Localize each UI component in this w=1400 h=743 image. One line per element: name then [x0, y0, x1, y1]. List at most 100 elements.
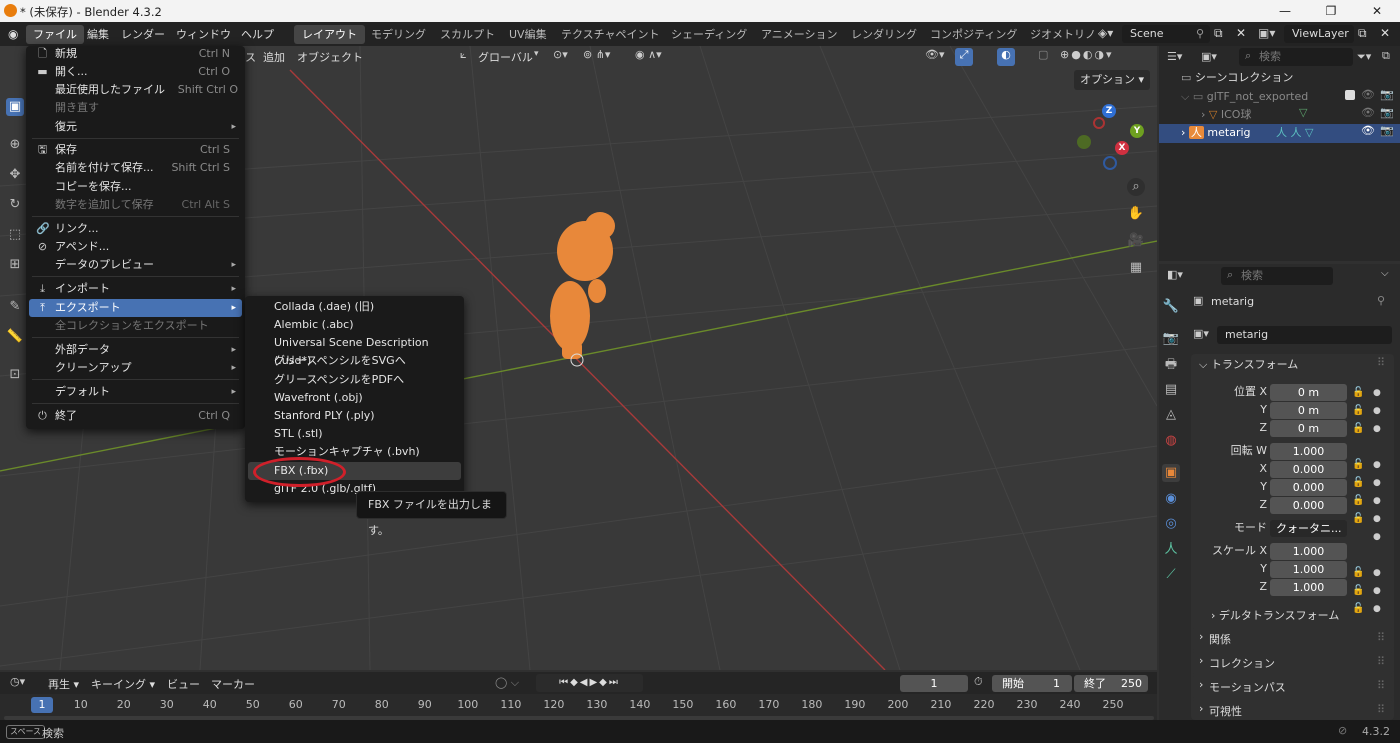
timeline-menu-view[interactable]: ビュー: [167, 676, 200, 692]
tab-shading[interactable]: シェーディング: [663, 25, 755, 44]
scene-tab-icon[interactable]: ◬: [1162, 406, 1180, 424]
drag-handle-icon[interactable]: ⠿: [1377, 356, 1385, 369]
annotate-icon[interactable]: ✎: [6, 298, 24, 316]
tab-rendering[interactable]: レンダリング: [843, 25, 925, 44]
export-usd[interactable]: Universal Scene Description (.usd*): [248, 334, 461, 367]
chevron-down-icon[interactable]: ⌵: [1381, 268, 1389, 279]
menu-item-defaults[interactable]: デフォルト ▸: [29, 383, 242, 401]
viewlayer-icon[interactable]: ▣▾: [1258, 26, 1275, 40]
menu-item-export[interactable]: ⤒ エクスポート ▸: [29, 299, 242, 317]
tab-layout[interactable]: レイアウト: [294, 25, 365, 44]
menu-item-import[interactable]: ⤓ インポート ▸: [29, 280, 242, 298]
menu-item-append[interactable]: ⊘ アペンド...: [29, 238, 242, 256]
timeline-menu-marker[interactable]: マーカー: [211, 676, 255, 692]
object-tab-icon[interactable]: ▣: [1162, 464, 1180, 482]
tab-compositing[interactable]: コンポジティング: [922, 25, 1025, 44]
current-frame-marker[interactable]: 1: [31, 697, 53, 713]
viewport-menu-add[interactable]: 追加: [263, 49, 285, 65]
output-tab-icon[interactable]: 🖶: [1162, 356, 1180, 374]
pan-hand-icon[interactable]: ✋: [1127, 205, 1145, 223]
export-gpencil-svg[interactable]: グリースペンシルをSVGへ: [248, 352, 461, 370]
scale-y-field[interactable]: 1.000: [1270, 561, 1347, 578]
xray-icon[interactable]: ▢: [1038, 48, 1048, 61]
camera-icon[interactable]: 📷: [1380, 88, 1394, 101]
gizmo-z-axis[interactable]: Z: [1102, 104, 1116, 118]
rotation-y-field[interactable]: 0.000: [1270, 479, 1347, 496]
menu-render[interactable]: レンダー: [114, 25, 172, 44]
rotation-mode-dropdown[interactable]: クォータニ...: [1270, 520, 1347, 537]
world-tab-icon[interactable]: ◍: [1162, 432, 1180, 450]
tab-geometry-nodes[interactable]: ジオメトリノ: [1022, 25, 1094, 44]
pin-icon[interactable]: ⚲: [1196, 27, 1204, 40]
gizmo-y-axis[interactable]: Y: [1130, 124, 1144, 138]
proportional-edit-icon[interactable]: ◉ ∧▾: [635, 48, 662, 61]
export-alembic[interactable]: Alembic (.abc): [248, 316, 461, 334]
properties-search-input[interactable]: 検索: [1221, 267, 1333, 285]
current-frame-field[interactable]: 1: [900, 675, 968, 692]
scene-collection-row[interactable]: ▭ シーンコレクション: [1159, 69, 1400, 87]
zoom-icon[interactable]: ⌕: [1127, 178, 1145, 196]
export-gpencil-pdf[interactable]: グリースペンシルをPDFへ: [248, 371, 461, 389]
measure-icon[interactable]: 📏: [6, 328, 24, 346]
tab-texture-paint[interactable]: テクスチャペイント: [553, 25, 668, 44]
section-motion-paths[interactable]: › モーションパス ⠿: [1191, 676, 1394, 698]
export-wavefront-obj[interactable]: Wavefront (.obj): [248, 389, 461, 407]
stopwatch-icon[interactable]: ⏱: [974, 675, 983, 689]
pivot-icon[interactable]: ⊙▾: [553, 48, 568, 61]
camera-view-icon[interactable]: 🎥: [1127, 232, 1145, 250]
camera-icon[interactable]: 📷: [1380, 106, 1394, 119]
export-stl[interactable]: STL (.stl): [248, 425, 461, 443]
menu-help[interactable]: ヘルプ: [234, 25, 281, 44]
new-scene-icon[interactable]: ⧉: [1214, 26, 1223, 41]
menu-file[interactable]: ファイル: [26, 25, 84, 44]
menu-item-quit[interactable]: ⏻ 終了 Ctrl Q: [29, 407, 242, 425]
tab-uv-editing[interactable]: UV編集: [501, 25, 555, 44]
gizmo-x-axis[interactable]: X: [1115, 141, 1129, 155]
export-collada[interactable]: Collada (.dae) (旧): [248, 298, 461, 316]
tab-animation[interactable]: アニメーション: [753, 25, 846, 44]
section-delta-transform[interactable]: › デルタトランスフォーム: [1211, 607, 1339, 625]
new-viewlayer-icon[interactable]: ⧉: [1358, 26, 1367, 41]
move-icon[interactable]: ✥: [6, 166, 24, 184]
gizmo-neg-y[interactable]: [1077, 135, 1091, 149]
eye-icon[interactable]: 👁: [1361, 88, 1375, 101]
menu-item-save[interactable]: 🖫 保存 Ctrl S: [29, 141, 242, 159]
add-cube-icon[interactable]: ⊡: [6, 366, 24, 384]
scale-icon[interactable]: ⬚: [6, 226, 24, 244]
location-x-field[interactable]: 0 m: [1270, 384, 1347, 401]
object-name-field[interactable]: metarig: [1217, 326, 1392, 344]
camera-icon[interactable]: 📷: [1380, 124, 1394, 137]
checkbox-icon[interactable]: [1345, 90, 1355, 100]
pin-icon[interactable]: ⚲: [1377, 294, 1385, 307]
navigation-gizmo[interactable]: Z Y X: [1075, 101, 1150, 176]
modifier-tab-icon[interactable]: ◉: [1162, 490, 1180, 508]
transform-icon[interactable]: ⊞: [6, 256, 24, 274]
bone-tab-icon[interactable]: ⟋: [1162, 566, 1180, 584]
menu-item-new[interactable]: 🗋 新規 Ctrl N: [29, 45, 242, 63]
viewport-menu-select[interactable]: ス: [245, 49, 256, 65]
options-button[interactable]: オプション ▾: [1074, 70, 1150, 90]
close-button[interactable]: ✕: [1354, 0, 1400, 22]
blender-menu-icon[interactable]: ◉: [8, 27, 24, 41]
display-mode-icon[interactable]: ▣▾: [1201, 50, 1217, 63]
view-layer-tab-icon[interactable]: ▤: [1162, 381, 1180, 399]
timeline-editor-icon[interactable]: ◷▾: [10, 675, 25, 688]
tool-tab-icon[interactable]: 🔧: [1162, 298, 1180, 316]
scale-z-field[interactable]: 1.000: [1270, 579, 1347, 596]
overlay-toggle-icon[interactable]: ◐: [997, 48, 1015, 66]
render-tab-icon[interactable]: 📷: [1162, 330, 1180, 348]
menu-window[interactable]: ウィンドウ: [169, 25, 238, 44]
tab-modeling[interactable]: モデリング: [363, 25, 434, 44]
scene-icon[interactable]: ◈▾: [1098, 26, 1120, 44]
menu-item-clean-up[interactable]: クリーンアップ ▸: [29, 359, 242, 377]
lock-icons-column[interactable]: 🔓 🔓 🔓 🔓 🔓 🔓 🔓 🔓 🔓 🔓: [1352, 384, 1364, 618]
gizmo-neg-z[interactable]: [1103, 156, 1117, 170]
menu-item-recover[interactable]: 復元 ▸: [29, 118, 242, 136]
minimize-button[interactable]: —: [1262, 0, 1308, 22]
filter-icon[interactable]: ⏷▾: [1357, 50, 1371, 64]
timeline-menu-playback[interactable]: 再生 ▾: [48, 676, 79, 692]
playback-controls[interactable]: ⏮◆◀▶◆⏭: [536, 674, 643, 692]
rotation-x-field[interactable]: 0.000: [1270, 461, 1347, 478]
delete-scene-icon[interactable]: ✕: [1236, 26, 1246, 40]
orientation-dropdown[interactable]: グローバル: [478, 49, 533, 65]
